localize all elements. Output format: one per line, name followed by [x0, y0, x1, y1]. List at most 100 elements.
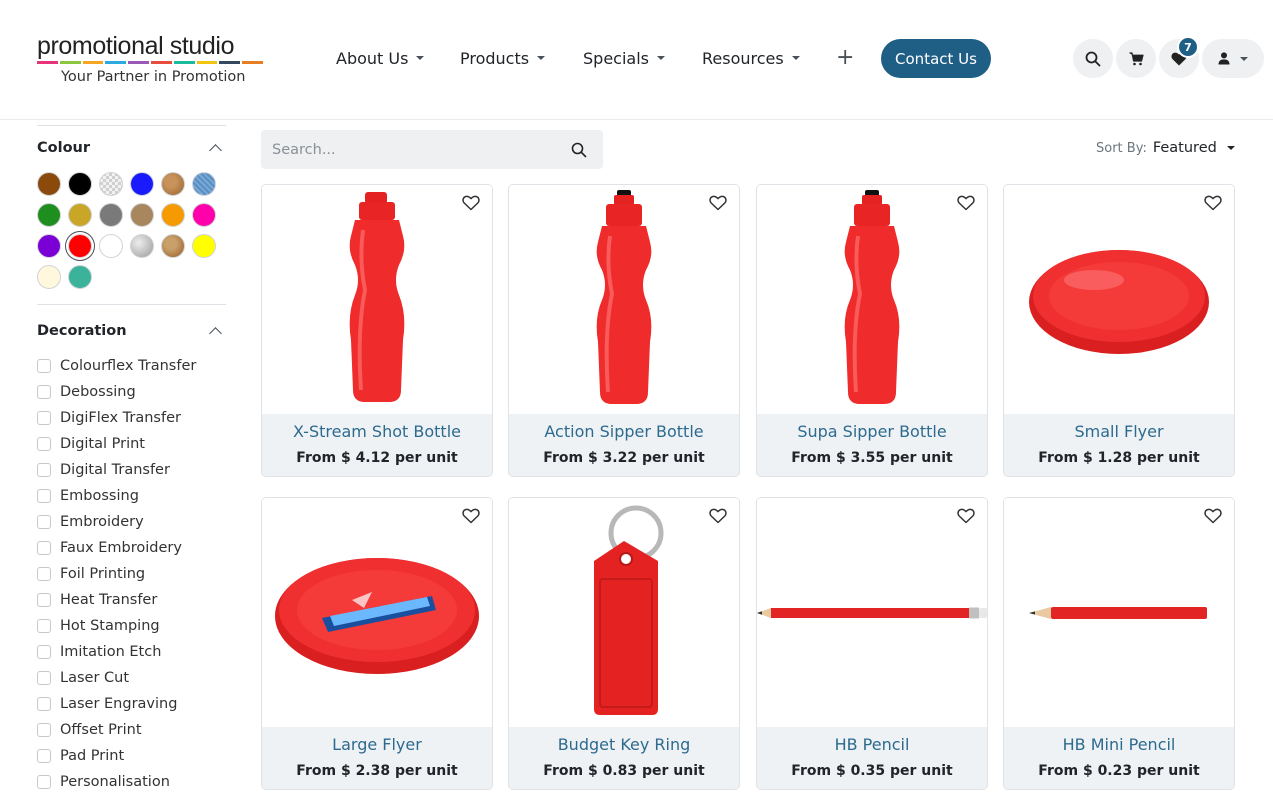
product-image[interactable]	[509, 185, 739, 414]
product-name-link[interactable]: HB Mini Pencil	[1004, 735, 1234, 754]
checkbox[interactable]	[37, 775, 51, 789]
checkbox[interactable]	[37, 463, 51, 477]
product-card[interactable]: HB Mini Pencil From $ 0.23 per unit	[1003, 497, 1235, 790]
checkbox[interactable]	[37, 567, 51, 581]
cart-button[interactable]	[1116, 39, 1156, 78]
product-card[interactable]: X-Stream Shot Bottle From $ 4.12 per unit	[261, 184, 493, 477]
decoration-filter-option[interactable]: Embroidery	[37, 512, 144, 532]
decoration-filter-option[interactable]: Digital Print	[37, 434, 145, 454]
add-to-wishlist-heart-icon[interactable]	[1204, 508, 1224, 526]
nav-about-us[interactable]: About Us	[336, 40, 425, 76]
colour-swatch[interactable]	[37, 234, 61, 258]
decoration-filter-option[interactable]: Personalisation	[37, 772, 170, 792]
checkbox[interactable]	[37, 515, 51, 529]
checkbox[interactable]	[37, 411, 51, 425]
decoration-filter-option[interactable]: Laser Engraving	[37, 694, 177, 714]
checkbox[interactable]	[37, 385, 51, 399]
decoration-filter-option[interactable]: Laser Cut	[37, 668, 129, 688]
collapse-decoration-chevron-up-icon[interactable]	[209, 327, 222, 340]
product-image[interactable]	[262, 498, 492, 727]
account-menu-button[interactable]	[1202, 39, 1264, 78]
product-card[interactable]: Action Sipper Bottle From $ 3.22 per unit	[508, 184, 740, 477]
add-to-wishlist-heart-icon[interactable]	[957, 508, 977, 526]
checkbox[interactable]	[37, 359, 51, 373]
decoration-filter-option[interactable]: Imitation Etch	[37, 642, 161, 662]
colour-swatch[interactable]	[37, 203, 61, 227]
colour-swatch[interactable]	[130, 234, 154, 258]
search-button[interactable]	[1073, 39, 1113, 78]
nav-products[interactable]: Products	[460, 40, 546, 76]
search-submit-button[interactable]	[569, 140, 589, 160]
product-name-link[interactable]: HB Pencil	[757, 735, 987, 754]
colour-swatch[interactable]	[68, 203, 92, 227]
checkbox[interactable]	[37, 593, 51, 607]
decoration-filter-option[interactable]: Embossing	[37, 486, 139, 506]
colour-swatch[interactable]	[130, 203, 154, 227]
product-image[interactable]	[757, 498, 987, 727]
product-image[interactable]	[1004, 185, 1234, 414]
product-image[interactable]	[1004, 498, 1234, 727]
checkbox[interactable]	[37, 489, 51, 503]
checkbox[interactable]	[37, 749, 51, 763]
product-name-link[interactable]: X-Stream Shot Bottle	[262, 422, 492, 441]
product-image[interactable]	[262, 185, 492, 414]
add-to-wishlist-heart-icon[interactable]	[957, 195, 977, 213]
product-card[interactable]: Supa Sipper Bottle From $ 3.55 per unit	[756, 184, 988, 477]
brand-logo[interactable]: promotional studio Your Partner in Promo…	[37, 32, 267, 88]
checkbox[interactable]	[37, 437, 51, 451]
checkbox[interactable]	[37, 645, 51, 659]
sort-dropdown[interactable]: Sort By: Featured	[1096, 140, 1235, 156]
nav-resources[interactable]: Resources	[702, 40, 800, 76]
colour-swatch[interactable]	[37, 172, 61, 196]
colour-swatch[interactable]	[161, 172, 185, 196]
colour-swatch[interactable]	[99, 234, 123, 258]
colour-swatch[interactable]	[161, 234, 185, 258]
product-image[interactable]	[757, 185, 987, 414]
checkbox[interactable]	[37, 671, 51, 685]
colour-swatch[interactable]	[192, 172, 216, 196]
product-card[interactable]: Small Flyer From $ 1.28 per unit	[1003, 184, 1235, 477]
nav-specials[interactable]: Specials	[583, 40, 665, 76]
add-to-wishlist-heart-icon[interactable]	[709, 195, 729, 213]
add-to-wishlist-heart-icon[interactable]	[709, 508, 729, 526]
colour-swatch[interactable]	[68, 234, 92, 258]
colour-swatch[interactable]	[68, 172, 92, 196]
add-to-wishlist-heart-icon[interactable]	[462, 195, 482, 213]
product-name-link[interactable]: Budget Key Ring	[509, 735, 739, 754]
product-image[interactable]	[509, 498, 739, 727]
colour-swatch[interactable]	[192, 203, 216, 227]
decoration-filter-option[interactable]: Faux Embroidery	[37, 538, 182, 558]
product-name-link[interactable]: Small Flyer	[1004, 422, 1234, 441]
add-to-wishlist-heart-icon[interactable]	[1204, 195, 1224, 213]
colour-swatch[interactable]	[37, 265, 61, 289]
colour-swatch[interactable]	[192, 234, 216, 258]
checkbox[interactable]	[37, 723, 51, 737]
colour-swatch[interactable]	[99, 203, 123, 227]
decoration-filter-option[interactable]: Pad Print	[37, 746, 124, 766]
decoration-filter-option[interactable]: DigiFlex Transfer	[37, 408, 181, 428]
checkbox[interactable]	[37, 619, 51, 633]
colour-swatch[interactable]	[99, 172, 123, 196]
checkbox[interactable]	[37, 697, 51, 711]
nav-more-button[interactable]: +	[836, 40, 854, 76]
checkbox[interactable]	[37, 541, 51, 555]
decoration-filter-option[interactable]: Debossing	[37, 382, 136, 402]
product-card[interactable]: Large Flyer From $ 2.38 per unit	[261, 497, 493, 790]
decoration-filter-option[interactable]: Heat Transfer	[37, 590, 157, 610]
contact-us-button[interactable]: Contact Us	[881, 39, 991, 78]
product-search-input[interactable]	[272, 141, 552, 158]
decoration-filter-option[interactable]: Digital Transfer	[37, 460, 170, 480]
colour-swatch[interactable]	[68, 265, 92, 289]
product-card[interactable]: HB Pencil From $ 0.35 per unit	[756, 497, 988, 790]
product-name-link[interactable]: Large Flyer	[262, 735, 492, 754]
decoration-filter-option[interactable]: Foil Printing	[37, 564, 145, 584]
add-to-wishlist-heart-icon[interactable]	[462, 508, 482, 526]
decoration-filter-option[interactable]: Offset Print	[37, 720, 142, 740]
product-name-link[interactable]: Supa Sipper Bottle	[757, 422, 987, 441]
decoration-filter-option[interactable]: Colourflex Transfer	[37, 356, 196, 376]
decoration-filter-option[interactable]: Hot Stamping	[37, 616, 160, 636]
collapse-colour-chevron-up-icon[interactable]	[209, 144, 222, 157]
colour-swatch[interactable]	[161, 203, 185, 227]
product-name-link[interactable]: Action Sipper Bottle	[509, 422, 739, 441]
product-card[interactable]: Budget Key Ring From $ 0.83 per unit	[508, 497, 740, 790]
